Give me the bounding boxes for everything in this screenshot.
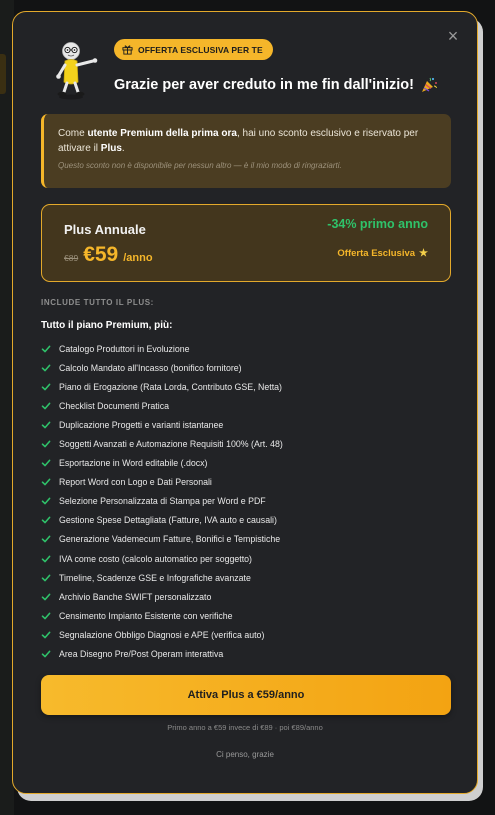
pricing-fineprint: Primo anno a €59 invece di €89 · poi €89…: [167, 723, 323, 732]
feature-label: Catalogo Produttori in Evoluzione: [59, 343, 190, 354]
gift-icon: [122, 45, 133, 55]
decline-link[interactable]: Ci penso, grazie: [13, 750, 477, 759]
feature-item: Checklist Documenti Pratica: [41, 396, 283, 415]
offer-modal: × OFFERTA ESCLUSIVA PER TE Grazie per av…: [12, 11, 478, 794]
discount-label: -34% primo anno: [327, 217, 428, 231]
check-icon: [41, 555, 51, 562]
plan-card[interactable]: Plus Annuale €89 €59 /anno -34% primo an…: [41, 204, 451, 282]
badge-label: OFFERTA ESCLUSIVA PER TE: [138, 44, 263, 55]
feature-label: Duplicazione Progetti e varianti istanta…: [59, 419, 224, 430]
check-icon: [41, 478, 51, 486]
feature-item: Timeline, Scadenze GSE e Infografiche av…: [41, 568, 283, 587]
check-icon: [41, 383, 51, 391]
price-period: /anno: [123, 252, 153, 264]
plan-name: Plus Annuale: [64, 222, 146, 237]
feature-item: Segnalazione Obbligo Diagnosi e APE (ver…: [41, 625, 283, 644]
feature-label: IVA come costo (calcolo automatico per s…: [59, 553, 252, 564]
feature-item: IVA come costo (calcolo automatico per s…: [41, 549, 283, 568]
modal-headline: Grazie per aver creduto in me fin dall'i…: [114, 76, 438, 94]
backdrop-accent: [0, 54, 6, 94]
mascot-illustration: [56, 42, 98, 100]
feature-item: Report Word con Logo e Dati Personali: [41, 473, 283, 492]
check-icon: [41, 497, 51, 505]
feature-item: Gestione Spese Dettagliata (Fatture, IVA…: [41, 511, 283, 530]
feature-label: Censimento Impianto Esistente con verifi…: [59, 610, 233, 621]
price-row: €89 €59 /anno: [64, 243, 153, 267]
notice-bold-premium: utente Premium della prima ora: [87, 128, 237, 139]
feature-label: Timeline, Scadenze GSE e Infografiche av…: [59, 572, 251, 583]
feature-item: Esportazione in Word editabile (.docx): [41, 454, 283, 473]
feature-label: Generazione Vademecum Fatture, Bonifici …: [59, 534, 281, 545]
check-icon: [41, 421, 51, 429]
exclusive-label: Offerta Esclusiva ★: [337, 248, 428, 259]
feature-item: Archivio Banche SWIFT personalizzato: [41, 587, 283, 606]
feature-item: Duplicazione Progetti e varianti istanta…: [41, 415, 283, 434]
check-icon: [41, 345, 51, 352]
check-icon: [41, 612, 51, 620]
feature-label: Soggetti Avanzati e Automazione Requisit…: [59, 439, 283, 450]
feature-item: Censimento Impianto Esistente con verifi…: [41, 606, 283, 625]
feature-label: Selezione Personalizzata di Stampa per W…: [59, 496, 266, 507]
includes-label: INCLUDE TUTTO IL PLUS:: [41, 298, 154, 307]
activate-plus-button[interactable]: Attiva Plus a €59/anno: [41, 675, 451, 715]
exclusive-text: Offerta Esclusiva: [337, 248, 416, 259]
premium-notice: Come utente Premium della prima ora, hai…: [41, 114, 451, 188]
notice-text: Come utente Premium della prima ora, hai…: [58, 128, 419, 154]
feature-label: Gestione Spese Dettagliata (Fatture, IVA…: [59, 515, 277, 526]
feature-label: Checklist Documenti Pratica: [59, 400, 169, 411]
check-icon: [41, 440, 51, 448]
check-icon: [41, 459, 51, 467]
feature-item: Catalogo Produttori in Evoluzione: [41, 339, 283, 358]
features-title: Tutto il piano Premium, più:: [41, 320, 173, 331]
feature-label: Area Disegno Pre/Post Operam interattiva: [59, 649, 224, 660]
feature-label: Calcolo Mandato all'Incasso (bonifico fo…: [59, 362, 242, 373]
check-icon: [41, 402, 51, 410]
feature-label: Archivio Banche SWIFT personalizzato: [59, 591, 212, 602]
close-icon[interactable]: ×: [443, 26, 463, 46]
feature-label: Segnalazione Obbligo Diagnosi e APE (ver…: [59, 629, 265, 640]
feature-label: Esportazione in Word editabile (.docx): [59, 458, 208, 469]
feature-label: Piano di Erogazione (Rata Lorda, Contrib…: [59, 381, 282, 392]
feature-item: Generazione Vademecum Fatture, Bonifici …: [41, 530, 283, 549]
star-icon: ★: [419, 248, 428, 259]
check-icon: [41, 574, 51, 582]
check-icon: [41, 516, 51, 524]
price: €59: [83, 243, 119, 266]
feature-item: Selezione Personalizzata di Stampa per W…: [41, 492, 283, 511]
features-list: Catalogo Produttori in Evoluzione Calcolo…: [41, 339, 283, 664]
exclusive-offer-badge: OFFERTA ESCLUSIVA PER TE: [114, 39, 273, 60]
feature-item: Area Disegno Pre/Post Operam interattiva: [41, 645, 283, 664]
check-icon: [41, 631, 51, 639]
headline-text: Grazie per aver creduto in me fin dall'i…: [114, 77, 414, 93]
old-price: €89: [64, 253, 79, 263]
party-popper-icon: [421, 77, 437, 92]
feature-item: Calcolo Mandato all'Incasso (bonifico fo…: [41, 358, 283, 377]
feature-item: Soggetti Avanzati e Automazione Requisit…: [41, 434, 283, 453]
check-icon: [41, 650, 51, 658]
notice-bold-plus: Plus: [100, 143, 122, 154]
notice-subtext: Questo sconto non è disponibile per ness…: [58, 161, 342, 170]
feature-label: Report Word con Logo e Dati Personali: [59, 477, 212, 488]
feature-item: Piano di Erogazione (Rata Lorda, Contrib…: [41, 377, 283, 396]
check-icon: [41, 364, 51, 372]
check-icon: [41, 593, 51, 601]
check-icon: [41, 536, 51, 543]
